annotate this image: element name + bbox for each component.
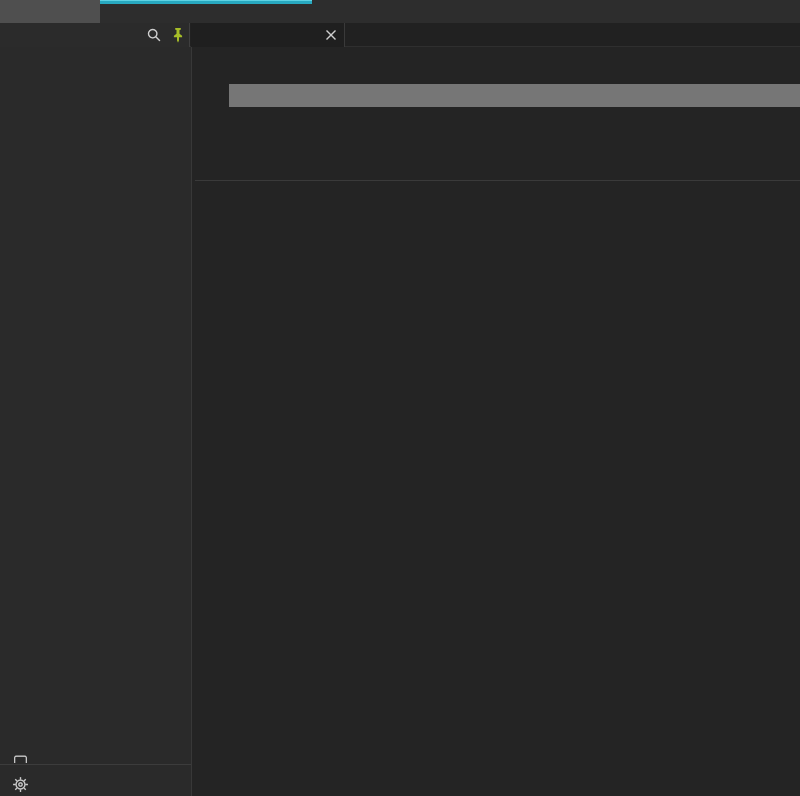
sidebar-item-settings[interactable] — [0, 766, 191, 796]
search-input[interactable] — [8, 25, 138, 45]
titlebar — [0, 0, 800, 23]
host-input[interactable] — [229, 84, 800, 107]
teal-accent-strip — [100, 0, 312, 4]
pin-icon[interactable] — [170, 27, 186, 43]
main-panel — [192, 47, 800, 796]
search-icon[interactable] — [146, 27, 162, 43]
session-tab-administrator[interactable] — [0, 0, 100, 23]
toolbar — [0, 23, 800, 47]
sidebar-item-clipped[interactable] — [0, 750, 191, 763]
tab-traceroute-session[interactable] — [191, 23, 345, 47]
table-header — [195, 160, 800, 181]
traceroute-table — [195, 160, 800, 181]
sidebar — [0, 47, 192, 796]
app-window — [0, 0, 800, 796]
clipped-app-icon — [12, 753, 29, 763]
search-area — [0, 23, 190, 47]
sidebar-divider — [0, 764, 191, 765]
close-icon[interactable] — [323, 27, 339, 43]
settings-icon — [12, 776, 29, 793]
